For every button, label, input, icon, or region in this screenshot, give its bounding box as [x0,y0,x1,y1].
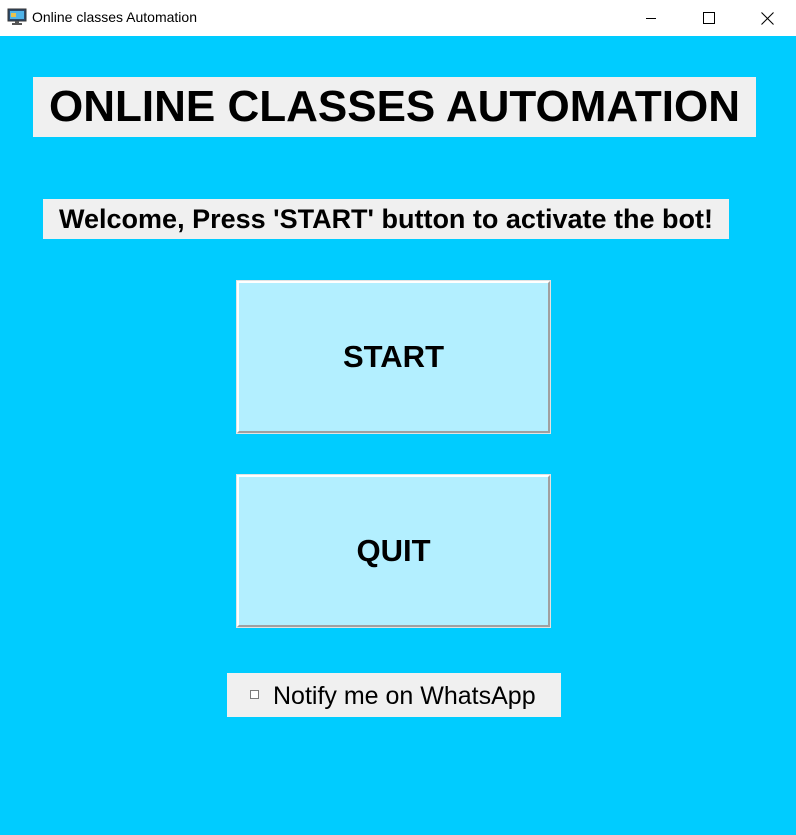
app-window: Online classes Automation ONLINE CLASSES… [0,0,796,835]
page-title: ONLINE CLASSES AUTOMATION [33,77,756,137]
start-button[interactable]: START [236,280,551,434]
monitor-icon [7,8,27,26]
title-bar[interactable]: Online classes Automation [0,0,796,36]
minimize-icon [645,12,657,24]
maximize-icon [703,12,715,24]
notify-whatsapp-checkbox[interactable] [250,690,259,699]
notify-whatsapp-option[interactable]: Notify me on WhatsApp [227,673,561,717]
quit-button-label: QUIT [356,533,431,568]
close-button[interactable] [738,0,796,36]
maximize-button[interactable] [680,0,738,36]
quit-button[interactable]: QUIT [236,474,551,628]
close-icon [760,11,774,25]
welcome-message: Welcome, Press 'START' button to activat… [43,199,729,239]
window-title: Online classes Automation [32,9,197,25]
minimize-button[interactable] [622,0,680,36]
notify-whatsapp-label[interactable]: Notify me on WhatsApp [273,682,536,711]
start-button-label: START [342,339,445,374]
